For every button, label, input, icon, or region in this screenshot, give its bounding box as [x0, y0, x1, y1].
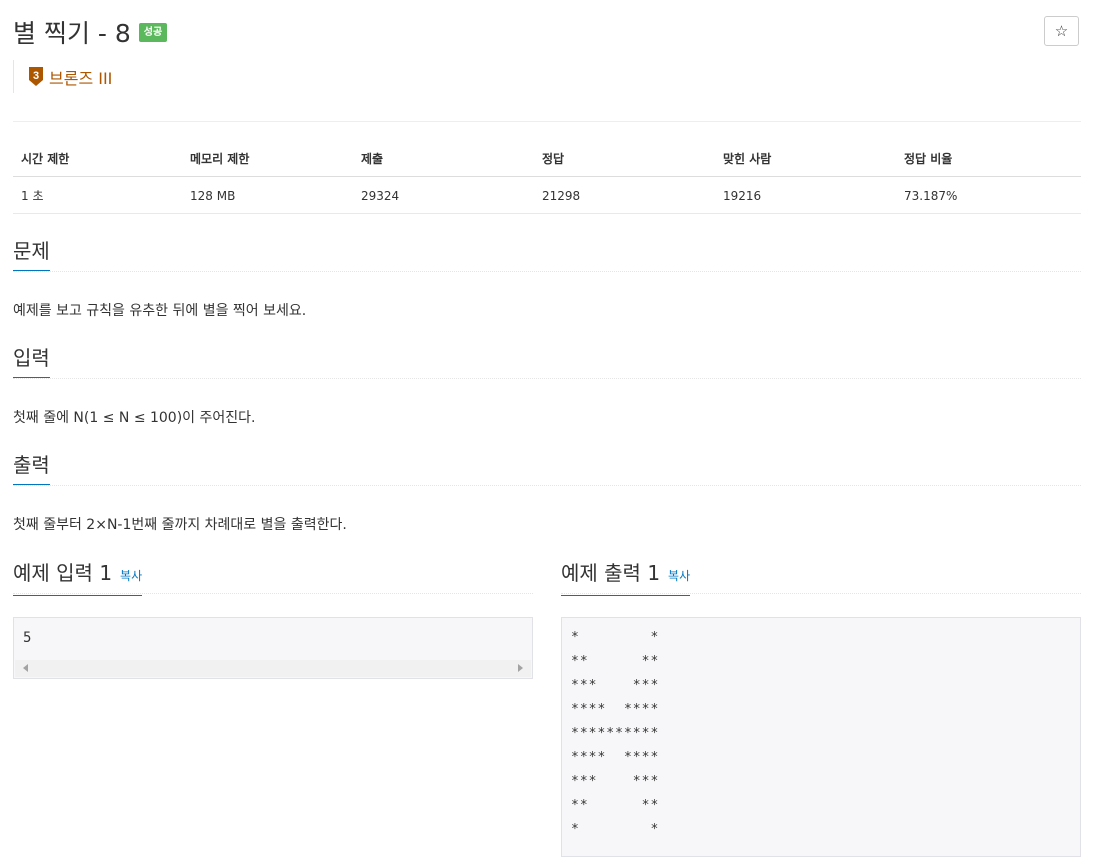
output-text: 첫째 줄부터 2×N-1번째 줄까지 차례대로 별을 출력한다. — [13, 517, 347, 533]
tier-badge-icon: 3 — [29, 66, 43, 86]
section-description-title: 문제 — [13, 238, 50, 271]
value-solvers[interactable]: 19216 — [715, 176, 896, 214]
sample-input-box[interactable]: 5 — [13, 617, 533, 679]
sample-output-line: * * — [571, 630, 660, 645]
value-accepted[interactable]: 21298 — [534, 176, 715, 214]
description-text: 예제를 보고 규칙을 유추한 뒤에 별을 찍어 보세요. — [13, 303, 307, 319]
section-divider — [13, 271, 1081, 272]
sample-output-line: ** ** — [571, 798, 660, 813]
table-header-row: 시간 제한 메모리 제한 제출 정답 맞힌 사람 정답 비율 — [13, 140, 1081, 177]
sample-output-line: **** **** — [571, 702, 660, 717]
sample-output-title: 예제 출력 1 — [561, 561, 661, 585]
header-accepted: 정답 — [534, 140, 715, 177]
problem-title: 별 찍기 - 8 — [13, 19, 131, 48]
section-divider — [13, 485, 1081, 486]
section-description-header: 문제 — [13, 238, 1081, 272]
header-submissions: 제출 — [353, 140, 534, 177]
sample-input-title: 예제 입력 1 — [13, 561, 113, 585]
header-solvers: 맞힌 사람 — [715, 140, 896, 177]
section-description: 문제 예제를 보고 규칙을 유추한 뒤에 별을 찍어 보세요. — [13, 238, 1081, 320]
sample-input-header: 예제 입력 1 복사 — [13, 560, 533, 596]
scroll-left-arrow-icon[interactable] — [23, 664, 28, 672]
value-time-limit: 1 초 — [13, 176, 182, 214]
scroll-right-arrow-icon[interactable] — [518, 664, 523, 672]
header-divider — [13, 121, 1081, 122]
section-divider — [561, 593, 1081, 594]
section-divider — [13, 378, 1081, 379]
sample-output-line: * * — [571, 822, 660, 837]
problem-header: 별 찍기 - 8 성공 — [13, 14, 168, 50]
sample-output-header: 예제 출력 1 복사 — [561, 560, 1081, 596]
section-sample-input: 예제 입력 1 복사 — [13, 560, 533, 596]
svg-text:3: 3 — [33, 70, 39, 82]
sample-output-line: *** *** — [571, 774, 660, 789]
horizontal-scrollbar[interactable] — [15, 660, 531, 677]
sample-output-line: ********** — [571, 726, 660, 741]
sample-output-line: *** *** — [571, 678, 660, 693]
star-icon: ☆ — [1054, 22, 1069, 40]
tier-label: 브론즈 III — [49, 68, 113, 88]
tier-info[interactable]: 3 브론즈 III — [13, 60, 112, 93]
input-text: 첫째 줄에 N(1 ≤ N ≤ 100)이 주어진다. — [13, 410, 256, 426]
problem-info-table: 시간 제한 메모리 제한 제출 정답 맞힌 사람 정답 비율 1 초 128 M… — [13, 140, 1081, 214]
copy-sample-output-button[interactable]: 복사 — [668, 569, 690, 583]
favorite-star-button[interactable]: ☆ — [1044, 16, 1079, 46]
section-input-title: 입력 — [13, 345, 50, 378]
section-divider — [13, 593, 533, 594]
sample-output-line: **** **** — [571, 750, 660, 765]
value-accept-ratio: 73.187% — [896, 176, 1081, 214]
header-time-limit: 시간 제한 — [13, 140, 182, 177]
sample-output-title-wrap: 예제 출력 1 복사 — [561, 560, 691, 596]
section-output: 출력 첫째 줄부터 2×N-1번째 줄까지 차례대로 별을 출력한다. — [13, 452, 1081, 534]
sample-output-box[interactable]: * * ** ** *** *** **** **** ********** *… — [561, 617, 1081, 857]
header-accept-ratio: 정답 비율 — [896, 140, 1081, 177]
sample-output-line: ** ** — [571, 654, 660, 669]
sample-input-content: 5 — [23, 630, 32, 646]
header-memory-limit: 메모리 제한 — [182, 140, 353, 177]
copy-sample-input-button[interactable]: 복사 — [120, 569, 142, 583]
sample-input-title-wrap: 예제 입력 1 복사 — [13, 560, 143, 596]
section-input-header: 입력 — [13, 345, 1081, 379]
section-sample-output: 예제 출력 1 복사 — [561, 560, 1081, 596]
status-badge: 성공 — [138, 22, 168, 42]
section-output-title: 출력 — [13, 452, 50, 485]
table-row: 1 초 128 MB 29324 21298 19216 73.187% — [13, 176, 1081, 214]
problem-page: 별 찍기 - 8 성공 ☆ 3 브론즈 III 시간 제한 메모리 제한 제출 … — [0, 0, 1097, 857]
section-output-header: 출력 — [13, 452, 1081, 486]
value-submissions[interactable]: 29324 — [353, 176, 534, 214]
section-input: 입력 첫째 줄에 N(1 ≤ N ≤ 100)이 주어진다. — [13, 345, 1081, 427]
value-memory-limit: 128 MB — [182, 176, 353, 214]
